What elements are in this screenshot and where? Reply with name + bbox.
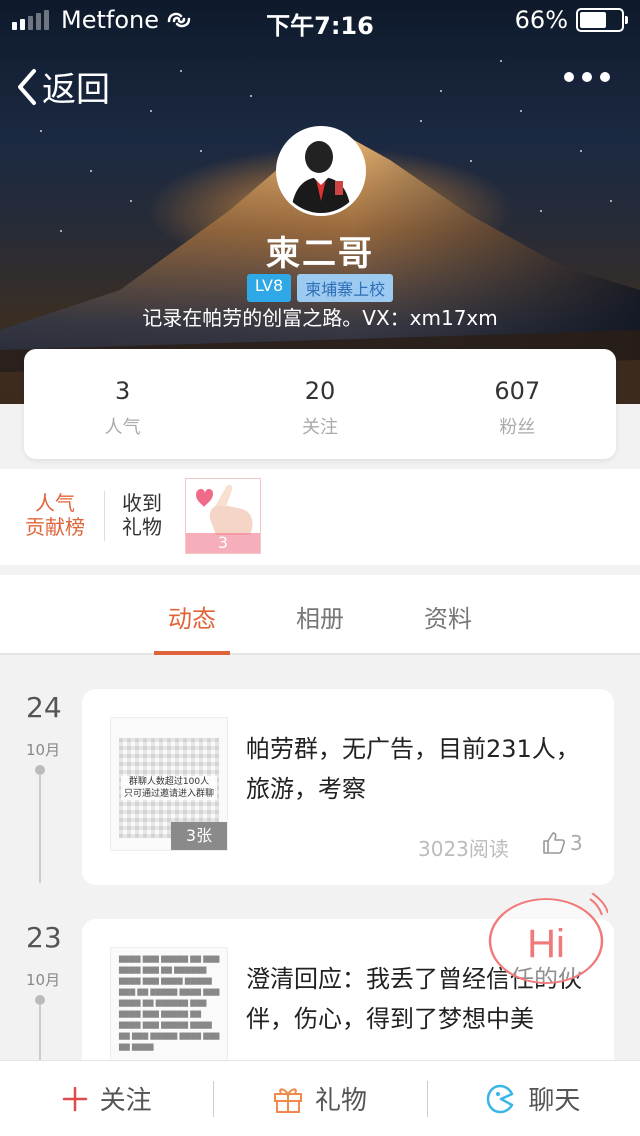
- profile-tabs: 动态 相册 资料: [0, 575, 640, 655]
- tab-info[interactable]: 资料: [384, 575, 512, 653]
- hi-greeting-button[interactable]: Hi: [488, 892, 609, 993]
- stat-followers[interactable]: 607 粉丝: [419, 349, 616, 459]
- received-line2: 礼物: [122, 515, 162, 539]
- received-line1: 收到: [122, 491, 162, 515]
- follow-label: 关注: [99, 1086, 152, 1116]
- status-bar: Metfone 下午7:16 66%: [0, 0, 640, 40]
- more-dot-icon: [582, 72, 592, 82]
- stat-value: 20: [304, 377, 336, 405]
- tab-album[interactable]: 相册: [256, 575, 384, 653]
- battery-percent: 66%: [514, 6, 568, 34]
- post-month: 10月: [26, 971, 61, 989]
- back-button[interactable]: 返回: [16, 62, 110, 111]
- gift-item[interactable]: 3: [185, 478, 261, 554]
- bottom-action-bar: 关注 礼物 聊天: [0, 1060, 640, 1136]
- thumbs-up-icon: [543, 832, 565, 854]
- popularity-ranking-link[interactable]: 人气 贡献榜: [22, 491, 88, 539]
- more-button[interactable]: [564, 72, 610, 82]
- like-button[interactable]: 3: [542, 831, 583, 855]
- like-count: 3: [570, 831, 583, 855]
- profile-name: 柬二哥: [266, 234, 374, 274]
- read-count: 3023阅读: [418, 837, 509, 861]
- profile-bio: 记录在帕劳的创富之路。VX：xm17xm: [142, 306, 498, 330]
- chat-face-icon: [487, 1084, 514, 1113]
- gift-box-icon: [273, 1087, 302, 1113]
- post-text: 帕劳群，无广告，目前231人，旅游，考察: [246, 735, 580, 803]
- hi-bubble-icon: Hi: [488, 892, 609, 984]
- stat-popularity[interactable]: 3 人气: [24, 349, 221, 459]
- gift-row: 人气 贡献榜 收到 礼物 3: [0, 469, 640, 565]
- back-label: 返回: [42, 70, 110, 110]
- chat-button[interactable]: 聊天: [426, 1061, 640, 1136]
- popularity-line1: 人气: [35, 491, 75, 515]
- stat-following[interactable]: 20 关注: [221, 349, 418, 459]
- text-screenshot-image: ▇▇▇▇ ▇▇▇ ▇▇▇▇▇ ▇▇ ▇▇▇ ▇▇▇▇ ▇▇▇ ▇▇ ▇▇▇▇▇▇…: [119, 955, 220, 1051]
- gift-label: 礼物: [314, 1086, 367, 1116]
- post-day: 23: [26, 921, 62, 954]
- hi-label: Hi: [527, 922, 565, 966]
- divider: [104, 491, 105, 541]
- profile-badges: LV8 柬埔寨上校: [0, 274, 640, 302]
- image-count-badge: 3张: [171, 822, 227, 850]
- stat-label: 人气: [104, 417, 141, 438]
- timeline-line: [39, 775, 41, 883]
- post-day: 24: [26, 691, 62, 724]
- received-gifts-label: 收到 礼物: [122, 491, 162, 539]
- post-image[interactable]: ▇▇▇▇ ▇▇▇ ▇▇▇▇▇ ▇▇ ▇▇▇ ▇▇▇▇ ▇▇▇ ▇▇ ▇▇▇▇▇▇…: [110, 947, 228, 1060]
- post-card[interactable]: 群聊人数超过100人 只可通过邀请进入群聊 3张 帕劳群，无广告，目前231人，…: [82, 689, 614, 885]
- finger-heart-gift-icon: [196, 484, 253, 535]
- stat-label: 关注: [301, 417, 338, 438]
- post-feed[interactable]: 24 10月 群聊人数超过100人 只可通过邀请进入群聊 3张 帕劳群，无广告，…: [0, 657, 640, 1060]
- level-badge: LV8: [246, 274, 292, 302]
- stat-value: 607: [494, 377, 541, 405]
- popularity-line2: 贡献榜: [25, 515, 85, 539]
- tab-posts[interactable]: 动态: [128, 575, 256, 655]
- stat-value: 3: [115, 377, 131, 405]
- more-dot-icon: [564, 72, 574, 82]
- chevron-left-icon: [18, 68, 36, 105]
- chat-label: 聊天: [528, 1086, 581, 1116]
- post-month: 10月: [26, 741, 61, 759]
- timeline-dot: [35, 995, 45, 1005]
- gift-button[interactable]: 礼物: [213, 1061, 426, 1136]
- gift-count: 3: [186, 533, 260, 553]
- post-image[interactable]: 群聊人数超过100人 只可通过邀请进入群聊 3张: [110, 717, 228, 851]
- image-note: 群聊人数超过100人 只可通过邀请进入群聊: [121, 776, 217, 800]
- avatar-illustration-icon: [279, 129, 363, 213]
- timeline-dot: [35, 765, 45, 775]
- stat-label: 粉丝: [499, 417, 536, 438]
- more-dot-icon: [600, 72, 610, 82]
- follow-button[interactable]: 关注: [0, 1061, 213, 1136]
- battery-icon: [576, 8, 628, 32]
- plus-icon: [62, 1086, 87, 1111]
- stats-card: 3 人气 20 关注 607 粉丝: [24, 349, 616, 459]
- timeline-line: [39, 1005, 41, 1060]
- title-badge: 柬埔寨上校: [297, 274, 394, 302]
- avatar[interactable]: [276, 126, 366, 216]
